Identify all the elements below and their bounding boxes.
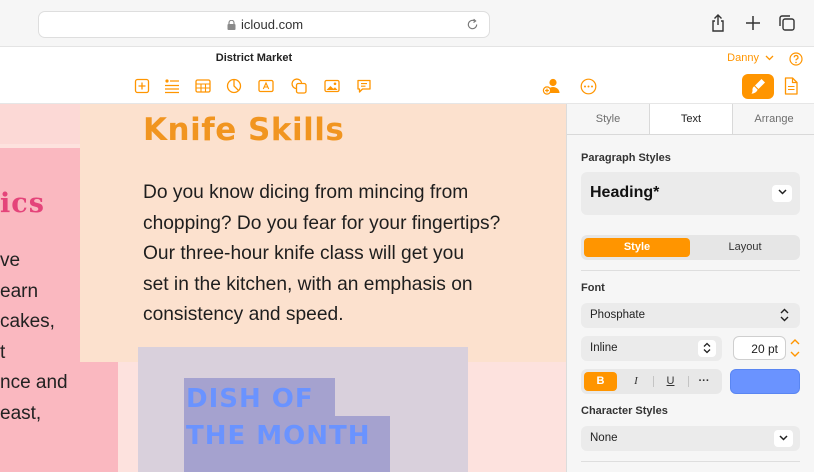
shape-icon[interactable] [291, 78, 307, 94]
segment-style[interactable]: Style [584, 238, 690, 257]
font-size-value: 20 pt [751, 342, 778, 356]
paragraph-style-picker[interactable]: Heading* [581, 172, 800, 215]
paragraph-style-chevron[interactable] [772, 185, 792, 202]
collaborate-icon[interactable] [542, 76, 562, 96]
typeface-select[interactable]: Inline [581, 336, 722, 361]
font-label: Font [581, 282, 605, 294]
knife-skills-body[interactable]: Do you know dicing from mincing from cho… [143, 178, 563, 331]
underline-button[interactable]: U [654, 372, 687, 391]
body-line: Our three-hour knife class will get you [143, 243, 464, 265]
font-size-stepper-icon[interactable] [789, 336, 801, 360]
new-tab-icon[interactable] [743, 13, 763, 33]
typeface-value: Inline [590, 342, 618, 354]
paragraph-style-value: Heading* [590, 184, 660, 201]
chevron-down-icon [779, 435, 788, 441]
address-bar[interactable]: icloud.com [38, 11, 490, 38]
text-format-buttons: B I U ··· [581, 369, 722, 394]
text-list-icon[interactable] [164, 78, 180, 94]
left-text-line: earn [0, 280, 39, 302]
left-heading-fragment[interactable]: ics [0, 188, 45, 219]
font-family-select[interactable]: Phosphate [581, 303, 800, 328]
font-size-field[interactable]: 20 pt [733, 336, 786, 360]
character-style-select[interactable]: None [581, 426, 800, 451]
updown-chevron-icon [703, 342, 711, 354]
format-brush-icon [751, 79, 765, 94]
comment-icon[interactable] [356, 78, 372, 94]
knife-skills-heading[interactable]: Knife Skills [143, 112, 344, 148]
character-style-value: None [590, 432, 618, 444]
url-text: icloud.com [241, 17, 304, 32]
tabs-overview-icon[interactable] [777, 13, 797, 33]
more-format-button[interactable]: ··· [689, 372, 719, 391]
chevron-down-icon [765, 55, 774, 61]
app-toolbar: District Market Danny [0, 47, 814, 104]
help-icon[interactable] [789, 52, 803, 66]
left-text-line: ve [0, 250, 21, 271]
divider [581, 270, 800, 271]
reload-icon[interactable] [466, 18, 479, 31]
segment-layout[interactable]: Layout [693, 238, 797, 257]
share-icon[interactable] [708, 13, 728, 33]
typeface-chevron[interactable] [698, 340, 716, 357]
body-line: chopping? Do you fear for your fingertip… [143, 212, 501, 234]
font-family-value: Phosphate [590, 309, 645, 321]
add-page-icon[interactable] [134, 78, 150, 94]
text-box-icon[interactable] [258, 78, 274, 94]
left-text-line: t [0, 341, 6, 363]
media-icon[interactable] [324, 78, 340, 94]
tab-style[interactable]: Style [567, 104, 649, 134]
paragraph-styles-label: Paragraph Styles [581, 152, 671, 164]
left-text-line: east, [0, 402, 42, 424]
more-icon[interactable] [580, 78, 597, 95]
left-text-line: nce and [0, 372, 68, 394]
dish-of-month-line-1[interactable]: DISH OF [186, 384, 314, 414]
left-text-line: cakes, [0, 311, 55, 333]
updown-chevron-icon [780, 308, 789, 322]
body-line: consistency and speed. [143, 304, 344, 326]
tab-arrange[interactable]: Arrange [733, 104, 814, 134]
document-canvas[interactable]: ics ve earn cakes, t nce and east, Knife… [0, 104, 566, 472]
table-icon[interactable] [195, 78, 211, 94]
inspector-tabs: Style Text Arrange [567, 104, 814, 135]
dish-of-month-line-2[interactable]: THE MONTH [186, 421, 371, 451]
document-title: District Market [215, 52, 293, 64]
italic-button[interactable]: I [620, 372, 652, 391]
style-layout-segmented-control: Style Layout [581, 235, 800, 260]
tab-text[interactable]: Text [649, 104, 733, 134]
decor-block [0, 104, 80, 144]
left-body-text[interactable]: ve earn cakes, t nce and east, [0, 246, 68, 430]
chart-icon[interactable] [226, 78, 242, 94]
app-window: icloud.com District Market Danny ics ve … [0, 0, 814, 472]
body-line: Do you know dicing from mincing from [143, 182, 469, 203]
chevron-down-icon [777, 189, 787, 195]
divider [581, 461, 800, 462]
text-color-well[interactable] [730, 369, 800, 394]
browser-toolbar: icloud.com [0, 0, 814, 47]
format-button[interactable] [742, 74, 774, 99]
character-style-chevron[interactable] [774, 430, 793, 447]
document-icon[interactable] [783, 77, 799, 95]
bold-button[interactable]: B [584, 372, 617, 391]
user-menu[interactable]: Danny [727, 52, 774, 64]
user-name: Danny [727, 52, 759, 64]
lock-icon [227, 20, 236, 30]
body-line: set in the kitchen, with an emphasis on [143, 273, 473, 295]
format-inspector: Style Text Arrange Paragraph Styles Head… [566, 104, 814, 472]
character-styles-label: Character Styles [581, 405, 668, 417]
